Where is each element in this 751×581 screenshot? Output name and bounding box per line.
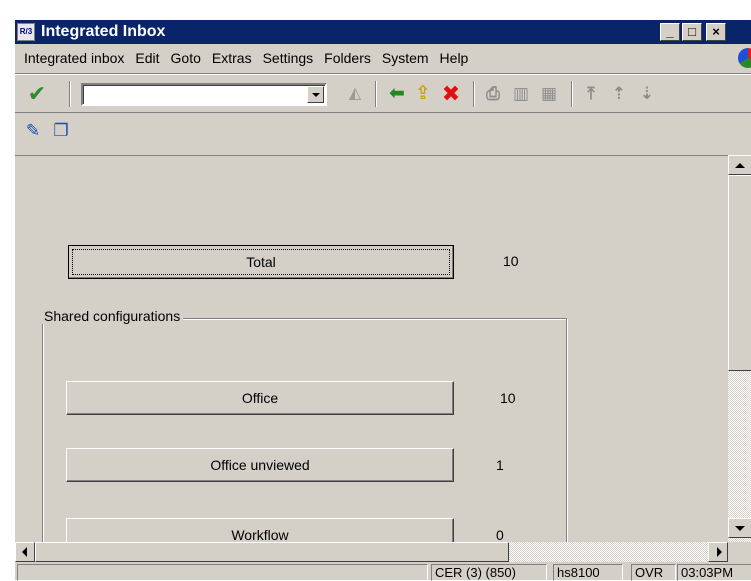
total-button[interactable]: Total bbox=[68, 245, 454, 279]
office-unviewed-button[interactable]: Office unviewed bbox=[66, 448, 454, 482]
workflow-button[interactable]: Workflow bbox=[66, 518, 454, 542]
toolbar-separator bbox=[571, 81, 573, 107]
scroll-right-button[interactable] bbox=[708, 542, 728, 562]
status-mode[interactable]: OVR bbox=[631, 564, 676, 581]
arrow-left-icon bbox=[22, 547, 27, 557]
toolbar-separator bbox=[69, 81, 71, 107]
status-server: hs8100 bbox=[553, 564, 623, 581]
arrow-down-icon bbox=[735, 526, 745, 531]
edit-list-icon[interactable]: ✎ bbox=[21, 119, 45, 143]
cancel-x-icon[interactable]: ✖ bbox=[439, 82, 463, 106]
next-page-icon[interactable]: ⇣ bbox=[635, 82, 659, 106]
close-button[interactable]: × bbox=[706, 23, 726, 41]
exit-up-icon[interactable]: ⇪ bbox=[411, 82, 435, 106]
standard-toolbar: ✔ ◭ ⬅ ⇪ ✖ ⎙ ▥ ▦ ⤒ ⇡ ⇣ bbox=[15, 73, 751, 113]
first-page-icon[interactable]: ⤒ bbox=[579, 82, 603, 106]
status-message bbox=[17, 564, 428, 581]
previous-page-icon[interactable]: ⇡ bbox=[607, 82, 631, 106]
menu-folders[interactable]: Folders bbox=[320, 47, 378, 69]
enter-check-icon[interactable]: ✔ bbox=[25, 82, 49, 106]
title-bar: R/3 Integrated Inbox _ □ × bbox=[15, 20, 751, 44]
application-toolbar: ✎ ❐ bbox=[15, 115, 751, 149]
find-icon[interactable]: ▥ bbox=[509, 82, 533, 106]
back-arrow-icon[interactable]: ⬅ bbox=[385, 82, 409, 106]
office-unviewed-count: 1 bbox=[496, 457, 504, 473]
maximize-button[interactable]: □ bbox=[682, 23, 702, 41]
scroll-left-button[interactable] bbox=[15, 542, 35, 562]
total-count: 10 bbox=[503, 253, 519, 269]
sap-logo-icon[interactable]: R/3 bbox=[17, 23, 35, 41]
office-button[interactable]: Office bbox=[66, 381, 454, 415]
status-bar: CER (3) (850) hs8100 OVR 03:03PM bbox=[15, 562, 751, 581]
menu-bar: Integrated inbox Edit Goto Extras Settin… bbox=[15, 45, 751, 71]
windows-icon[interactable]: ❐ bbox=[49, 119, 73, 143]
sap-colorball-icon bbox=[738, 48, 751, 68]
window-title: Integrated Inbox bbox=[41, 23, 166, 40]
horizontal-scrollbar[interactable] bbox=[15, 542, 728, 562]
group-title: Shared configurations bbox=[41, 308, 184, 324]
status-system: CER (3) (850) bbox=[431, 564, 547, 581]
menu-settings[interactable]: Settings bbox=[259, 47, 321, 69]
menu-goto[interactable]: Goto bbox=[167, 47, 208, 69]
menu-integrated-inbox[interactable]: Integrated inbox bbox=[20, 47, 131, 69]
find-next-icon[interactable]: ▦ bbox=[537, 82, 561, 106]
shared-configurations-group bbox=[42, 318, 567, 542]
workflow-count: 0 bbox=[496, 527, 504, 542]
menu-edit[interactable]: Edit bbox=[131, 47, 166, 69]
horizontal-scroll-thumb[interactable] bbox=[35, 542, 509, 562]
office-count: 10 bbox=[500, 390, 516, 406]
scroll-up-button[interactable] bbox=[728, 155, 751, 175]
print-icon[interactable]: ⎙ bbox=[481, 82, 505, 106]
arrow-up-icon bbox=[735, 163, 745, 168]
toolbar-separator bbox=[375, 81, 377, 107]
toolbar-separator bbox=[473, 81, 475, 107]
minimize-button[interactable]: _ bbox=[660, 23, 680, 41]
status-time: 03:03PM bbox=[677, 564, 751, 581]
save-icon[interactable]: ◭ bbox=[343, 82, 367, 106]
menu-system[interactable]: System bbox=[378, 47, 436, 69]
sap-window: R/3 Integrated Inbox _ □ × Integrated in… bbox=[14, 19, 751, 581]
scroll-corner bbox=[728, 542, 751, 562]
main-content: Total 10 Shared configurations Office 10… bbox=[15, 155, 728, 542]
scroll-down-button[interactable] bbox=[728, 518, 751, 538]
command-field[interactable] bbox=[81, 83, 327, 106]
menu-extras[interactable]: Extras bbox=[208, 47, 259, 69]
arrow-right-icon bbox=[717, 547, 722, 557]
vertical-scrollbar[interactable] bbox=[728, 155, 751, 544]
vertical-scroll-thumb[interactable] bbox=[728, 175, 751, 371]
command-dropdown-button[interactable] bbox=[307, 86, 324, 103]
menu-help[interactable]: Help bbox=[436, 47, 476, 69]
